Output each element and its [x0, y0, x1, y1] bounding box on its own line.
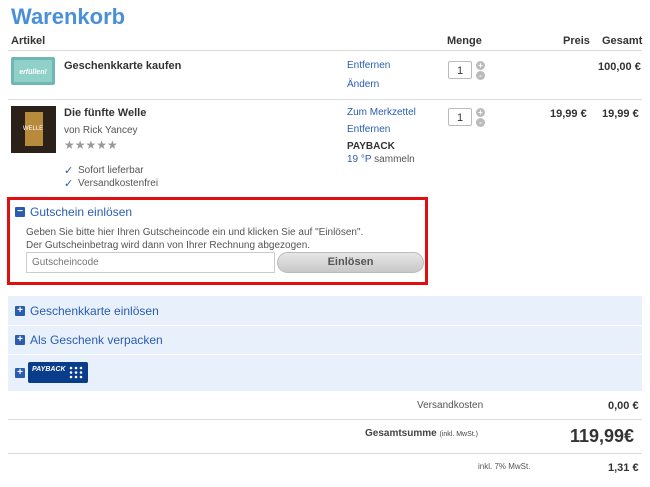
quantity-input[interactable]: 1: [448, 108, 472, 126]
svg-text:erfüllen!: erfüllen!: [19, 69, 47, 76]
payback-panel: [8, 355, 642, 391]
shipping-value: 0,00 €: [608, 400, 639, 412]
total-label: Gesamtsumme: [365, 428, 437, 439]
expand-icon[interactable]: +: [15, 335, 25, 345]
page-title: Warenkorb: [11, 4, 126, 29]
change-link[interactable]: Ändern: [347, 79, 379, 90]
voucher-description-line1: Geben Sie bitte hier Ihren Gutscheincode…: [26, 227, 364, 238]
item-author: von Rick Yancey: [64, 125, 138, 136]
header-artikel: Artikel: [11, 35, 46, 47]
divider: [8, 99, 642, 100]
vat-label: inkl. 7% MwSt.: [478, 462, 531, 471]
decrease-quantity-button[interactable]: -: [476, 118, 485, 127]
increase-quantity-button[interactable]: +: [476, 108, 485, 117]
item-title[interactable]: Geschenkkarte kaufen: [64, 60, 181, 72]
header-preis: Preis: [563, 35, 590, 47]
decrease-quantity-button[interactable]: -: [476, 71, 485, 80]
check-icon: ✓: [64, 178, 74, 190]
check-icon: ✓: [64, 165, 74, 177]
header-gesamt: Gesamt: [602, 35, 643, 47]
remove-link[interactable]: Entfernen: [347, 124, 390, 135]
item-total: 100,00 €: [598, 61, 641, 73]
increase-quantity-button[interactable]: +: [476, 61, 485, 70]
shipping-label: Versandkosten: [417, 400, 484, 411]
divider: [8, 50, 642, 51]
redeem-button[interactable]: Einlösen: [277, 252, 424, 273]
vat-value: 1,31 €: [608, 462, 639, 474]
header-menge: Menge: [447, 35, 482, 47]
remove-link[interactable]: Entfernen: [347, 60, 390, 71]
payback-points-line: 19 °P sammeln: [347, 154, 415, 165]
divider: [8, 453, 642, 454]
feature-sofort: Sofort lieferbar: [78, 165, 144, 176]
quantity-input[interactable]: 1: [448, 61, 472, 79]
total-note: (inkl. MwSt.): [439, 431, 478, 438]
gift-card-redeem-toggle[interactable]: Geschenkkarte einlösen: [30, 304, 159, 318]
rating-stars: ★★★★★: [64, 138, 118, 152]
voucher-code-input[interactable]: [26, 252, 275, 273]
watchlist-link[interactable]: Zum Merkzettel: [347, 107, 416, 118]
payback-label: PAYBACK: [347, 141, 395, 152]
item-price: 19,99 €: [550, 108, 587, 120]
gift-card-thumbnail[interactable]: erfüllen!: [11, 57, 55, 85]
expand-icon[interactable]: +: [15, 306, 25, 316]
total-value: 119,99€: [570, 426, 635, 446]
voucher-description-line2: Der Gutscheinbetrag wird dann von Ihrer …: [26, 240, 311, 251]
gift-wrap-toggle[interactable]: Als Geschenk verpacken: [30, 333, 163, 347]
total-label-line: Gesamtsumme (inkl. MwSt.): [365, 428, 478, 439]
voucher-toggle[interactable]: Gutschein einlösen: [30, 205, 132, 219]
item-total: 19,99 €: [602, 108, 639, 120]
item-title[interactable]: Die fünfte Welle: [64, 107, 146, 119]
divider: [8, 419, 642, 420]
payback-logo-text: PAYBACK: [32, 366, 66, 373]
feature-versand: Versandkostenfrei: [78, 178, 159, 189]
payback-suffix: sammeln: [374, 154, 415, 165]
expand-icon[interactable]: +: [15, 368, 25, 378]
payback-points: 19 °P: [347, 154, 372, 165]
svg-text:WELLE: WELLE: [23, 126, 43, 132]
payback-dots-icon: [69, 366, 83, 379]
book-cover-thumbnail[interactable]: WELLE: [11, 106, 56, 153]
collapse-icon[interactable]: −: [15, 207, 25, 217]
payback-logo[interactable]: PAYBACK: [28, 362, 88, 383]
